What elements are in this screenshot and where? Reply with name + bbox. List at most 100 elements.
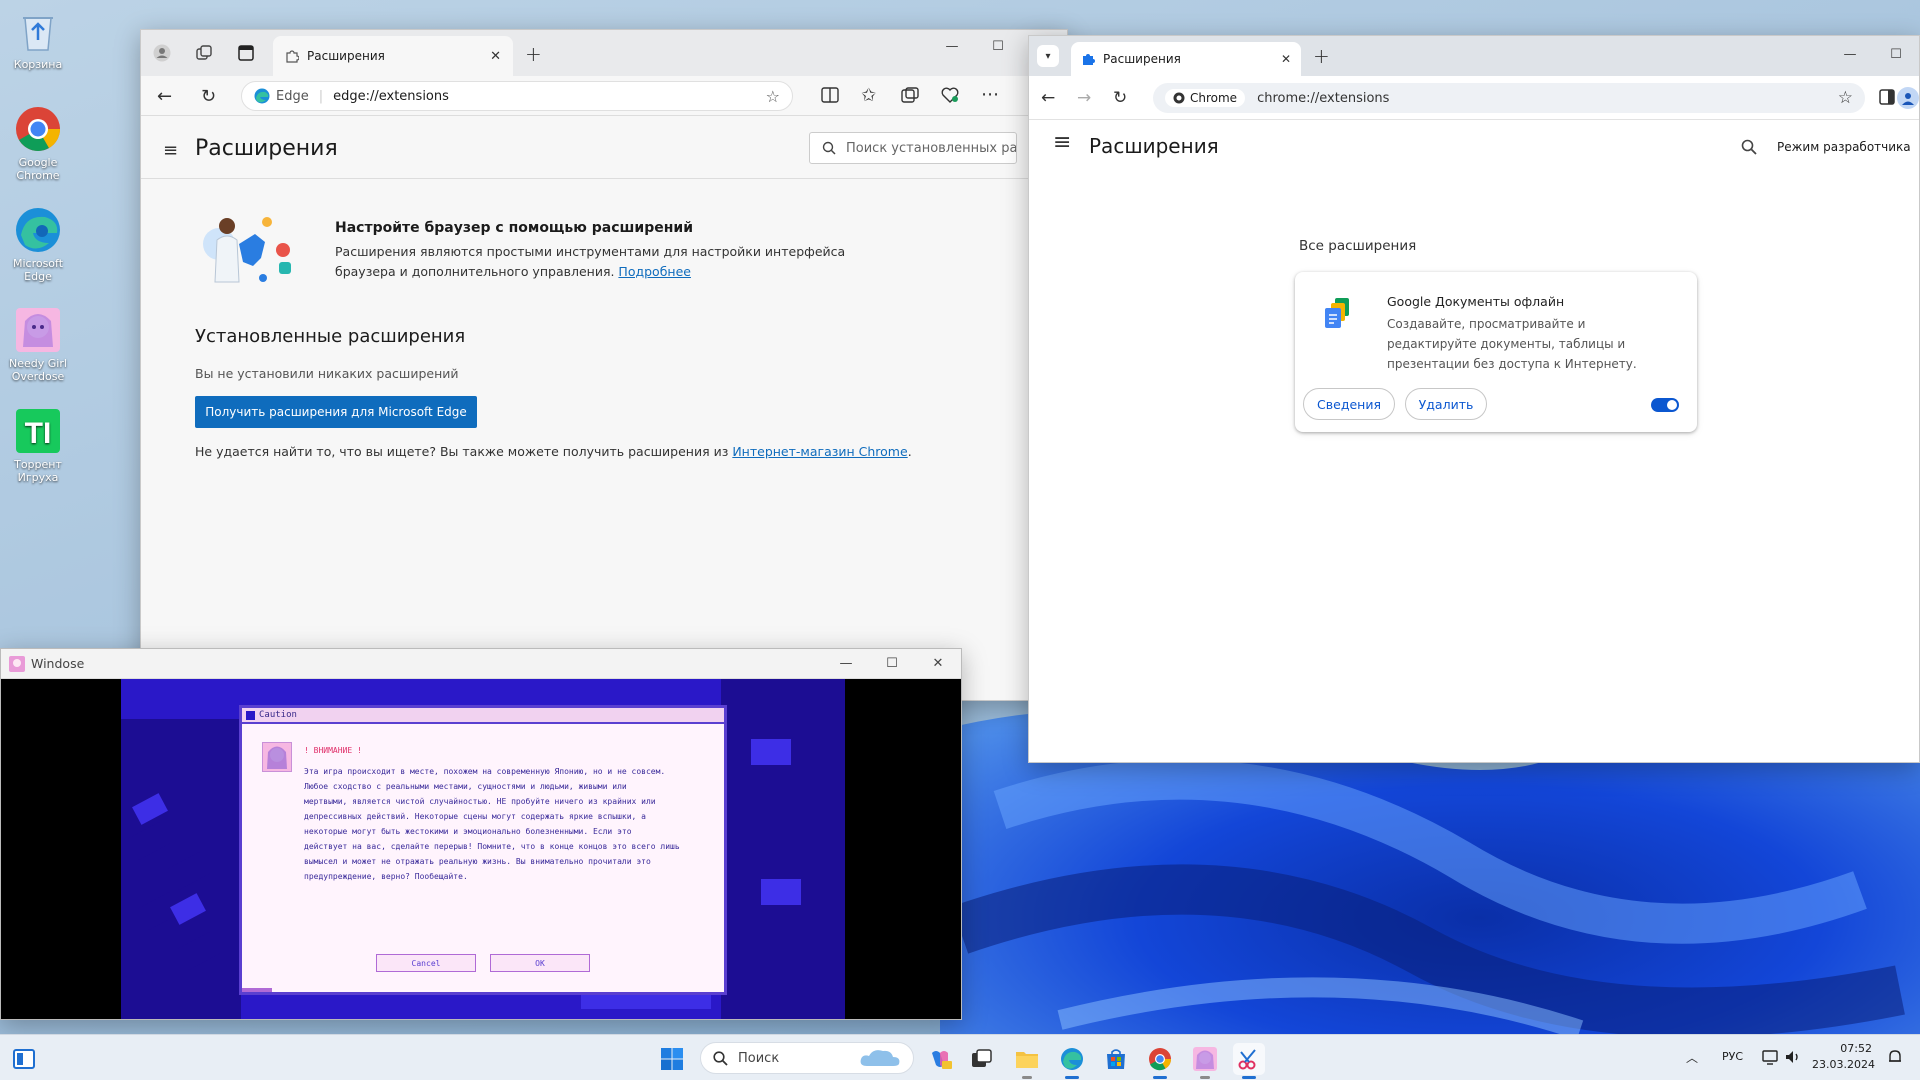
chevron-up-icon[interactable]: ︿ (1686, 1049, 1698, 1066)
back-arrow-icon[interactable]: ← (1041, 88, 1055, 108)
start-button[interactable] (656, 1043, 688, 1075)
tab-title: Расширения (1103, 52, 1181, 66)
edge-titlebar: Расширения ✕ + — ☐ (141, 30, 1067, 76)
divider (141, 178, 1067, 179)
windows-logo-icon (660, 1047, 684, 1071)
enable-toggle[interactable] (1651, 398, 1679, 412)
collections-icon[interactable] (901, 87, 919, 103)
tab-extensions[interactable]: Расширения ✕ (273, 36, 513, 76)
close-tab-icon[interactable]: ✕ (1281, 52, 1291, 66)
taskbar-chrome[interactable] (1144, 1043, 1176, 1079)
edge-address-bar[interactable]: Edge | edge://extensions ☆ (241, 81, 793, 111)
taskbar-snipping-tool[interactable] (1233, 1043, 1265, 1079)
learn-more-link[interactable]: Подробнее (618, 264, 691, 279)
desktop-icon-edge[interactable]: Microsoft Edge (4, 205, 72, 283)
network-icon[interactable] (1762, 1049, 1780, 1065)
notification-bell-icon[interactable] (1888, 1049, 1902, 1065)
tab-search-chevron-icon[interactable]: ▾ (1037, 45, 1059, 67)
forward-arrow-icon[interactable]: → (1077, 88, 1091, 108)
taskbar-task-view[interactable] (966, 1043, 998, 1075)
taskbar-store[interactable] (1100, 1043, 1132, 1075)
tab-title: Расширения (307, 49, 385, 63)
minimize-button[interactable]: — (929, 30, 975, 62)
maximize-button[interactable]: ☐ (1873, 38, 1919, 70)
dialog-progress-strip (242, 988, 272, 992)
window-title: Windose (31, 656, 85, 671)
refresh-icon[interactable]: ↻ (1113, 88, 1127, 108)
windose-titlebar: Windose — ☐ ✕ (1, 649, 961, 679)
cancel-button[interactable]: Cancel (376, 954, 476, 972)
taskbar-copilot[interactable] (924, 1043, 956, 1075)
search-icon (822, 141, 836, 155)
edge-icon (13, 205, 63, 255)
volume-icon[interactable] (1784, 1049, 1802, 1065)
details-button[interactable]: Сведения (1303, 388, 1395, 420)
chrome-store-link[interactable]: Интернет-магазин Chrome (732, 444, 907, 459)
profile-avatar-icon[interactable] (1897, 87, 1919, 109)
favorites-icon[interactable]: ✩ (861, 85, 876, 106)
language-indicator[interactable]: РУС (1722, 1050, 1743, 1063)
warning-heading: ! ВНИМАНИЕ ! (304, 746, 362, 755)
edge-toolbar: ← ↻ Edge | edge://extensions ☆ ✩ ⋯ (141, 76, 1067, 116)
edge-brand-icon (254, 88, 270, 104)
new-tab-icon[interactable]: + (1313, 44, 1330, 68)
needy-girl-icon (1193, 1047, 1217, 1071)
minimize-button[interactable]: — (823, 647, 869, 679)
menu-hamburger-icon[interactable]: ≡ (1053, 130, 1071, 155)
needy-girl-icon (13, 305, 63, 355)
extension-name: Google Документы офлайн (1387, 294, 1565, 309)
taskbar-search[interactable]: Поиск (700, 1042, 914, 1074)
search-highlight-cloud-icon (859, 1048, 901, 1068)
taskbar-windose[interactable] (1189, 1043, 1221, 1079)
svg-text:TI: TI (25, 417, 52, 450)
maximize-button[interactable]: ☐ (869, 647, 915, 679)
search-input[interactable]: Поиск установленных ра (809, 132, 1017, 164)
page-title: Расширения (195, 136, 338, 161)
ame-avatar-icon (262, 742, 292, 772)
desktop-icon-torrent-igruha[interactable]: TI Торрент Игруха (4, 406, 72, 484)
ok-button[interactable]: OK (490, 954, 590, 972)
split-screen-icon[interactable] (821, 87, 839, 103)
get-extensions-button[interactable]: Получить расширения для Microsoft Edge (195, 396, 477, 428)
widgets-button[interactable] (8, 1043, 40, 1075)
search-icon[interactable] (1741, 139, 1757, 155)
recycle-bin-icon (13, 6, 63, 56)
new-tab-icon[interactable]: + (525, 42, 542, 66)
back-arrow-icon[interactable]: ← (157, 86, 172, 107)
widgets-icon (13, 1049, 35, 1069)
taskbar-edge[interactable] (1056, 1043, 1088, 1079)
remove-button[interactable]: Удалить (1405, 388, 1487, 420)
chrome-brand-icon (1173, 92, 1185, 104)
menu-hamburger-icon[interactable]: ≡ (163, 140, 178, 161)
chrome-toolbar: ← → ↻ Chrome chrome://extensions ☆ (1029, 76, 1919, 120)
maximize-button[interactable]: ☐ (975, 30, 1021, 62)
tab-extensions[interactable]: Расширения ✕ (1071, 42, 1301, 76)
side-panel-icon[interactable] (1879, 89, 1895, 105)
close-button[interactable]: ✕ (915, 647, 961, 679)
refresh-icon[interactable]: ↻ (201, 86, 216, 107)
installed-empty-text: Вы не установили никаких расширений (195, 366, 459, 381)
desktop-icon-needy-girl[interactable]: Needy Girl Overdose (4, 305, 72, 383)
profile-icon[interactable] (153, 44, 171, 62)
taskbar-file-explorer[interactable] (1011, 1043, 1043, 1079)
desktop-icon-chrome[interactable]: Google Chrome (4, 104, 72, 182)
browser-essentials-icon[interactable] (941, 87, 959, 103)
chrome-chip: Chrome (1165, 89, 1246, 107)
workspaces-icon[interactable] (195, 44, 213, 62)
bookmark-star-icon[interactable]: ☆ (1838, 88, 1853, 108)
favorite-star-icon[interactable]: ☆ (766, 87, 780, 106)
extension-description: Создавайте, просматривайте и редактируйт… (1387, 317, 1637, 371)
edge-content: ≡ Расширения Поиск установленных ра Наст… (141, 116, 1067, 700)
chrome-address-bar[interactable]: Chrome chrome://extensions ☆ (1153, 83, 1865, 113)
task-view-icon (971, 1049, 993, 1069)
all-extensions-heading: Все расширения (1299, 238, 1417, 254)
search-icon (713, 1050, 728, 1066)
more-menu-icon[interactable]: ⋯ (981, 84, 1000, 105)
minimize-button[interactable]: — (1827, 38, 1873, 70)
edge-icon (1060, 1047, 1084, 1071)
clock[interactable]: 07:52 23.03.2024 (1812, 1041, 1875, 1073)
vertical-tabs-icon[interactable] (237, 44, 255, 62)
desktop-icon-recycle-bin[interactable]: Корзина (4, 6, 72, 71)
store-icon (1105, 1048, 1127, 1070)
close-tab-icon[interactable]: ✕ (490, 49, 501, 64)
